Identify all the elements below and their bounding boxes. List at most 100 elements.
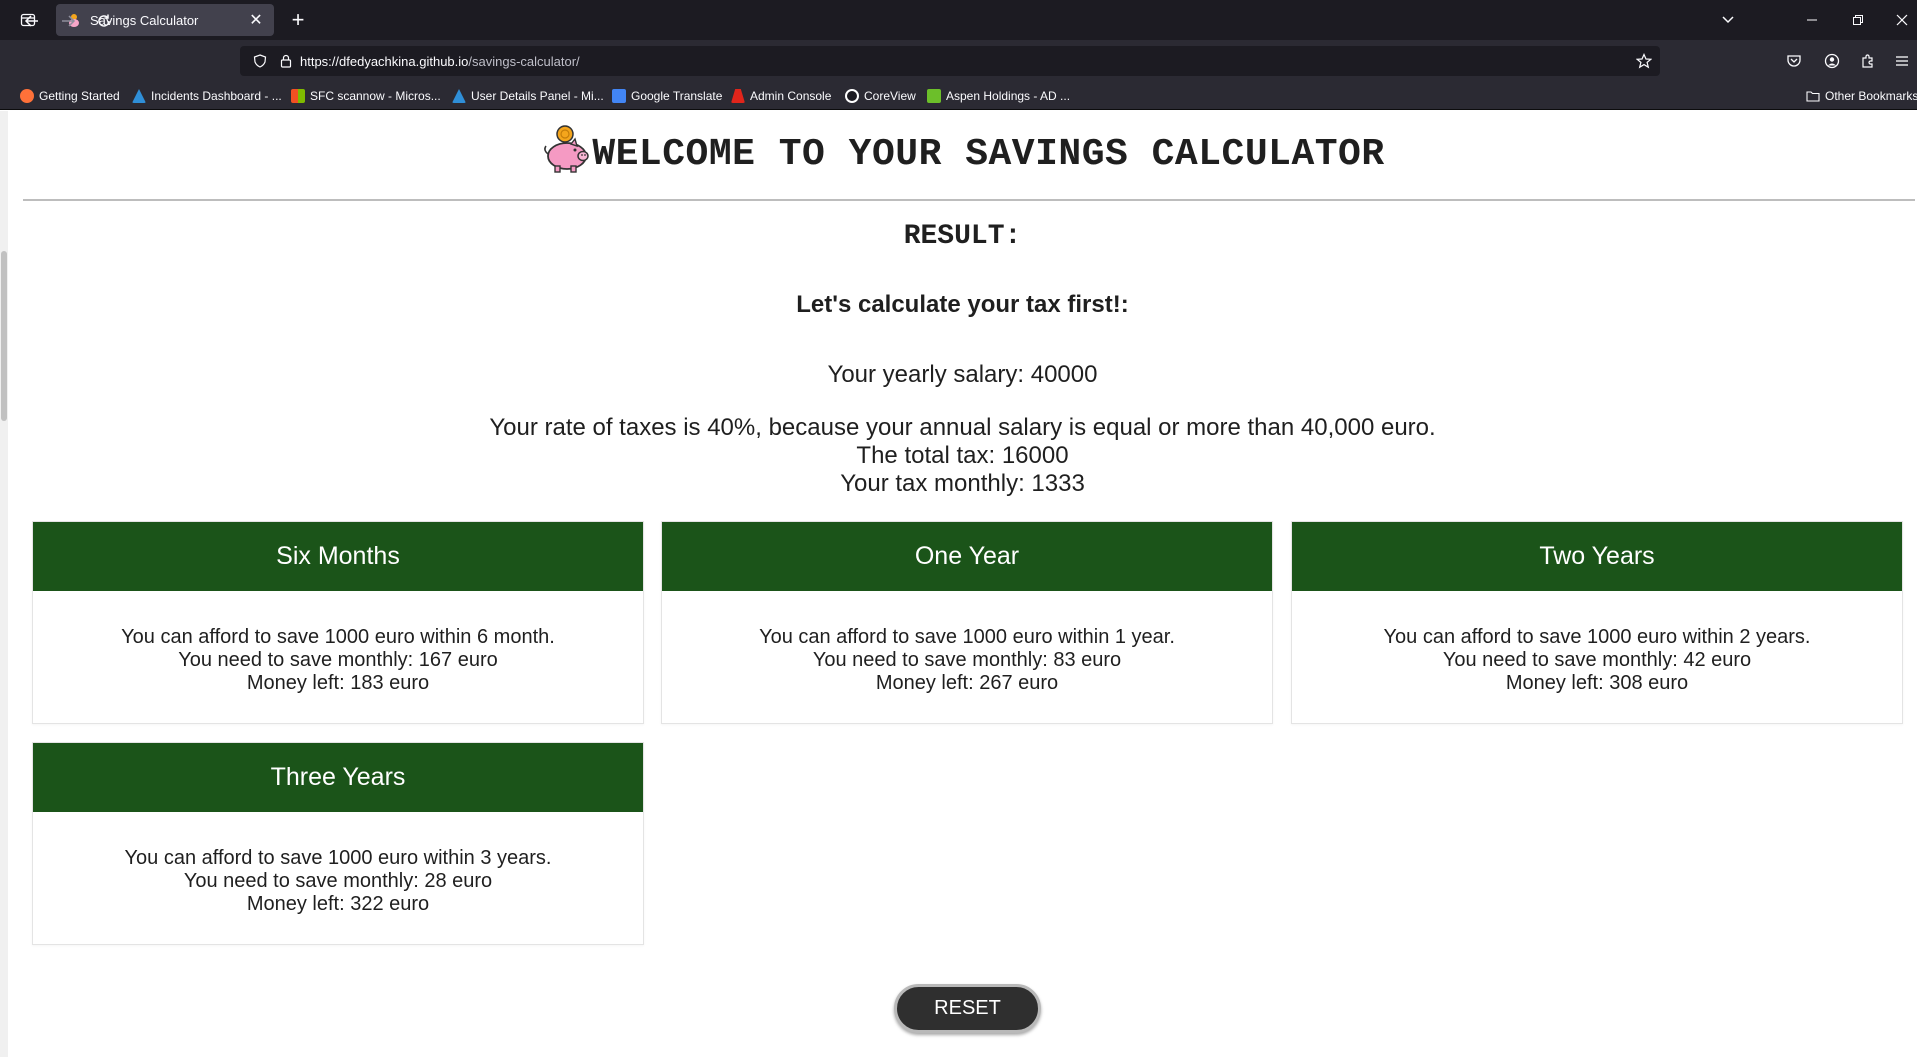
card-body: You can afford to save 1000 euro within …: [33, 812, 643, 945]
bookmark-admin-console[interactable]: Admin Console: [731, 87, 831, 105]
puzzle-icon: [1862, 54, 1873, 68]
hamburger-icon: [1896, 56, 1908, 66]
translate-icon: [612, 89, 626, 103]
divider: [23, 199, 1915, 201]
bookmark-label: CoreView: [864, 89, 916, 103]
monthly-tax-line: Your tax monthly: 1333: [840, 470, 1085, 497]
card-body: You can afford to save 1000 euro within …: [662, 591, 1272, 724]
card-monthly-text: You need to save monthly: 28 euro: [183, 870, 493, 892]
window-close-button[interactable]: [1888, 8, 1916, 32]
card-body: You can afford to save 1000 euro within …: [33, 591, 643, 724]
account-button[interactable]: [1820, 49, 1844, 73]
account-icon: [1824, 53, 1840, 69]
window-restore-button[interactable]: [1842, 8, 1874, 32]
result-label: RESULT:: [903, 221, 1022, 252]
card-monthly-text: You need to save monthly: 167 euro: [178, 649, 498, 671]
arrow-left-icon: [24, 15, 38, 27]
page-content: WELCOME TO YOUR SAVINGS CALCULATOR RESUL…: [8, 111, 1917, 1057]
azure-icon: [452, 89, 466, 103]
savings-card-two-years: Two Years You can afford to save 1000 eu…: [1291, 521, 1903, 724]
aspen-icon: [927, 89, 941, 103]
azure-icon: [132, 89, 146, 103]
total-tax-line: The total tax: 16000: [856, 442, 1069, 469]
card-money-left-text: Money left: 183 euro: [246, 672, 430, 694]
minimize-icon: [1807, 19, 1817, 21]
site-info-button[interactable]: [274, 49, 298, 73]
card-monthly-text: You need to save monthly: 42 euro: [1442, 649, 1752, 671]
card-title: One Year: [662, 522, 1272, 591]
savings-card-one-year: One Year You can afford to save 1000 eur…: [661, 521, 1273, 724]
tax-section-title: Let's calculate your tax first!:: [796, 291, 1129, 318]
card-body: You can afford to save 1000 euro within …: [1292, 591, 1902, 724]
firefox-icon: [20, 89, 34, 103]
bookmark-label: Incidents Dashboard - ...: [151, 89, 282, 103]
card-title: Two Years: [1292, 522, 1902, 591]
close-icon: [1896, 14, 1908, 26]
other-bookmarks-label: Other Bookmarks: [1825, 89, 1917, 103]
plus-icon: +: [291, 7, 305, 32]
bookmark-sfc-scannow[interactable]: SFC scannow - Micros...: [291, 87, 441, 105]
microsoft-icon: [291, 89, 305, 103]
card-afford-text: You can afford to save 1000 euro within …: [759, 626, 1175, 648]
new-tab-button[interactable]: +: [284, 7, 312, 32]
savings-card-three-years: Three Years You can afford to save 1000 …: [32, 742, 644, 945]
coreview-icon: [845, 89, 859, 103]
folder-icon: [1806, 91, 1820, 102]
chevron-down-icon: [1722, 16, 1734, 24]
pocket-icon: [1787, 55, 1801, 67]
adobe-icon: [731, 89, 745, 103]
bookmark-user-details-panel[interactable]: User Details Panel - Mi...: [452, 87, 604, 105]
tax-rate-line: Your rate of taxes is 40%, because your …: [489, 414, 1436, 441]
lock-icon: [280, 54, 292, 68]
tab-savings-calculator[interactable]: Savings Calculator ✕: [56, 4, 274, 36]
tab-close-icon[interactable]: ✕: [248, 10, 264, 30]
url-path: /savings-calculator/: [468, 54, 580, 69]
bookmark-label: User Details Panel - Mi...: [471, 89, 604, 103]
card-money-left-text: Money left: 308 euro: [1505, 672, 1689, 694]
scrollbar-thumb[interactable]: [1, 251, 7, 421]
card-afford-text: You can afford to save 1000 euro within …: [1383, 626, 1811, 648]
back-button[interactable]: [18, 9, 46, 33]
bookmark-google-translate[interactable]: Google Translate: [612, 87, 722, 105]
window-minimize-button[interactable]: [1796, 8, 1828, 32]
bookmark-incidents-dashboard[interactable]: Incidents Dashboard - ...: [132, 87, 282, 105]
pocket-button[interactable]: [1782, 49, 1806, 73]
shield-icon: [253, 54, 267, 68]
reload-icon: [98, 14, 110, 27]
extensions-button[interactable]: [1856, 49, 1880, 73]
card-afford-text: You can afford to save 1000 euro within …: [121, 626, 555, 648]
bookmark-label: Aspen Holdings - AD ...: [946, 89, 1071, 103]
bookmark-label: SFC scannow - Micros...: [310, 89, 441, 103]
bookmark-label: Google Translate: [631, 89, 723, 103]
tracking-protection-button[interactable]: [248, 49, 272, 73]
url-host: https://dfedyachkina.github.io: [300, 54, 469, 69]
card-afford-text: You can afford to save 1000 euro within …: [124, 847, 552, 869]
page-title: WELCOME TO YOUR SAVINGS CALCULATOR: [592, 132, 1385, 176]
yearly-salary: Your yearly salary: 40000: [827, 361, 1098, 388]
other-bookmarks[interactable]: Other Bookmarks: [1806, 87, 1917, 105]
page-heading: WELCOME TO YOUR SAVINGS CALCULATOR: [8, 125, 1917, 179]
card-monthly-text: You need to save monthly: 83 euro: [812, 649, 1122, 671]
bookmark-label: Getting Started: [39, 89, 120, 103]
bookmark-aspen-holdings[interactable]: Aspen Holdings - AD ...: [927, 87, 1070, 105]
bookmark-page-button[interactable]: [1632, 49, 1656, 73]
card-title: Six Months: [33, 522, 643, 591]
bookmark-coreview[interactable]: CoreView: [845, 87, 916, 105]
app-menu-button[interactable]: [1890, 49, 1914, 73]
bookmark-getting-started[interactable]: Getting Started: [20, 87, 120, 105]
bookmark-label: Admin Console: [750, 89, 832, 103]
card-money-left-text: Money left: 322 euro: [246, 893, 430, 915]
star-icon: [1636, 53, 1652, 69]
forward-button[interactable]: [54, 9, 82, 33]
reload-button[interactable]: [90, 9, 118, 33]
tax-summary: Your rate of taxes is 40%, because your …: [8, 414, 1917, 498]
list-all-tabs-button[interactable]: [1714, 8, 1742, 32]
restore-icon: [1853, 15, 1863, 25]
card-title: Three Years: [33, 743, 643, 812]
page-scrollbar[interactable]: [0, 111, 8, 1057]
piggy-bank-icon: [544, 125, 590, 173]
reset-button[interactable]: RESET: [894, 984, 1041, 1033]
url-text[interactable]: https://dfedyachkina.github.io/savings-c…: [300, 54, 580, 69]
savings-card-six-months: Six Months You can afford to save 1000 e…: [32, 521, 644, 724]
card-money-left-text: Money left: 267 euro: [875, 672, 1059, 694]
